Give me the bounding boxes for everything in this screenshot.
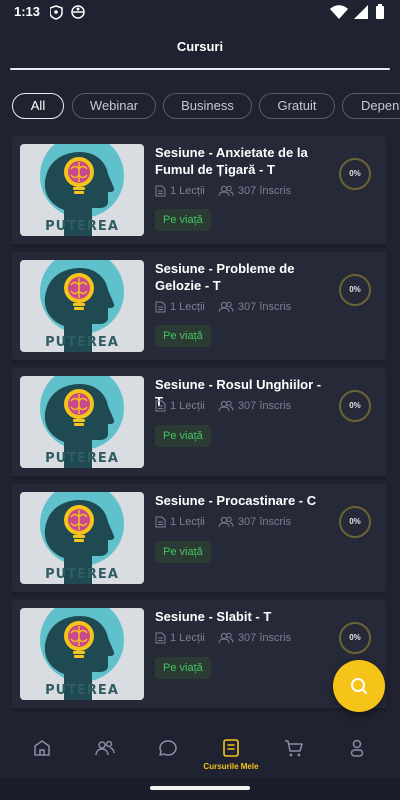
course-meta: 1 Lecții 307 înscris (155, 632, 301, 648)
course-meta: 1 Lecții 307 înscris (155, 185, 301, 201)
card-divider (12, 592, 386, 595)
course-progress-label: 0% (349, 633, 361, 642)
status-system-icons (330, 4, 384, 19)
app-header: Cursuri (0, 24, 400, 74)
course-enrolled: 307 înscris (237, 400, 292, 413)
my-courses-icon (223, 739, 239, 757)
course-meta: 1 Lecții 307 înscris (155, 516, 301, 532)
course-title: Sesiune - Probleme de Gelozie - T (155, 261, 295, 293)
course-lessons: 1 Lecții (170, 400, 205, 413)
course-thumbnail: PUTEREA (20, 376, 144, 468)
users-icon (218, 185, 234, 197)
profile-icon (350, 739, 364, 757)
bottom-navigation: Cursurile Mele (0, 726, 400, 778)
card-divider (12, 360, 386, 363)
thumbnail-brand-text: PUTEREA (45, 219, 119, 234)
thumbnail-brand-text: PUTEREA (45, 567, 119, 582)
course-progress-label: 0% (349, 401, 361, 410)
document-icon (155, 632, 166, 644)
course-card[interactable]: PUTEREA Sesiune - Probleme de Gelozie - … (12, 252, 386, 363)
course-thumbnail: PUTEREA (20, 492, 144, 584)
course-progress-label: 0% (349, 285, 361, 294)
nav-community[interactable] (75, 726, 135, 778)
course-progress-ring: 0% (338, 389, 372, 423)
course-lessons: 1 Lecții (170, 516, 205, 529)
lifetime-access-badge: Pe viață (155, 209, 211, 231)
header-underline (10, 68, 390, 70)
nav-my-courses[interactable]: Cursurile Mele (201, 726, 261, 778)
search-icon (351, 678, 367, 694)
users-icon (218, 632, 234, 644)
course-meta: 1 Lecții 307 înscris (155, 400, 301, 416)
filter-chip-business[interactable]: Business (163, 93, 252, 119)
filter-chip-dependente[interactable]: Depen (342, 93, 400, 119)
status-bar: 1:13 (0, 0, 400, 24)
lifetime-access-badge: Pe viață (155, 541, 211, 563)
course-lessons: 1 Lecții (170, 185, 205, 198)
course-progress-ring: 0% (338, 621, 372, 655)
filter-chip-webinar[interactable]: Webinar (72, 93, 156, 119)
users-icon (218, 301, 234, 313)
course-thumbnail: PUTEREA (20, 260, 144, 352)
page-title: Cursuri (176, 39, 224, 54)
nav-my-courses-label: Cursurile Mele (203, 762, 259, 771)
course-lessons: 1 Lecții (170, 301, 205, 314)
course-progress-ring: 0% (338, 505, 372, 539)
course-enrolled: 307 înscris (237, 185, 292, 198)
card-divider (12, 244, 386, 247)
filter-chip-all[interactable]: All (12, 93, 64, 119)
course-card[interactable]: PUTEREA Sesiune - Slabit - T 1 Lecții 30… (12, 600, 386, 711)
status-time: 1:13 (14, 4, 41, 19)
search-fab-button[interactable] (333, 660, 385, 712)
course-thumbnail: PUTEREA (20, 608, 144, 700)
course-enrolled: 307 înscris (237, 632, 292, 645)
course-card[interactable]: PUTEREA Sesiune - Anxietate de la Fumul … (12, 136, 386, 247)
users-icon (218, 516, 234, 528)
thumbnail-brand-text: PUTEREA (45, 451, 119, 466)
document-icon (155, 400, 166, 412)
course-title: Sesiune - Anxietate de la Fumul de Țigar… (155, 145, 308, 177)
document-icon (155, 301, 166, 313)
home-icon (34, 740, 50, 756)
document-icon (155, 185, 166, 197)
nav-cart[interactable] (264, 726, 324, 778)
thumbnail-brand-text: PUTEREA (45, 335, 119, 350)
nav-chat[interactable] (138, 726, 198, 778)
cart-icon (285, 740, 303, 757)
lifetime-access-badge: Pe viață (155, 425, 211, 447)
course-meta: 1 Lecții 307 înscris (155, 301, 301, 317)
course-progress-ring: 0% (338, 157, 372, 191)
users-icon (95, 740, 115, 756)
users-icon (218, 400, 234, 412)
course-progress-label: 0% (349, 517, 361, 526)
lifetime-access-badge: Pe viață (155, 325, 211, 347)
course-lessons: 1 Lecții (170, 632, 205, 645)
thumbnail-brand-text: PUTEREA (45, 683, 119, 698)
filter-chip-gratuit[interactable]: Gratuit (259, 93, 335, 119)
category-filter-bar: All Webinar Business Gratuit Depen (0, 90, 400, 122)
nav-home[interactable] (12, 726, 72, 778)
lifetime-access-badge: Pe viață (155, 657, 211, 679)
course-progress-label: 0% (349, 169, 361, 178)
card-divider (12, 476, 386, 479)
course-card[interactable]: PUTEREA Sesiune - Procastinare - C 1 Lec… (12, 484, 386, 595)
chat-icon (159, 740, 177, 756)
nav-profile[interactable] (327, 726, 387, 778)
course-thumbnail: PUTEREA (20, 144, 144, 236)
course-title: Sesiune - Procastinare - C (155, 493, 317, 508)
course-enrolled: 307 înscris (237, 301, 292, 314)
course-list: PUTEREA Sesiune - Anxietate de la Fumul … (0, 136, 400, 726)
gesture-handle[interactable] (150, 786, 250, 790)
document-icon (155, 516, 166, 528)
course-enrolled: 307 înscris (237, 516, 292, 529)
course-title: Sesiune - Slabit - T (155, 609, 272, 624)
course-card[interactable]: PUTEREA Sesiune - Rosul Unghiilor - T 1 … (12, 368, 386, 479)
status-notification-icons (50, 5, 85, 20)
system-gesture-area (0, 778, 400, 800)
card-divider (12, 708, 386, 711)
course-progress-ring: 0% (338, 273, 372, 307)
